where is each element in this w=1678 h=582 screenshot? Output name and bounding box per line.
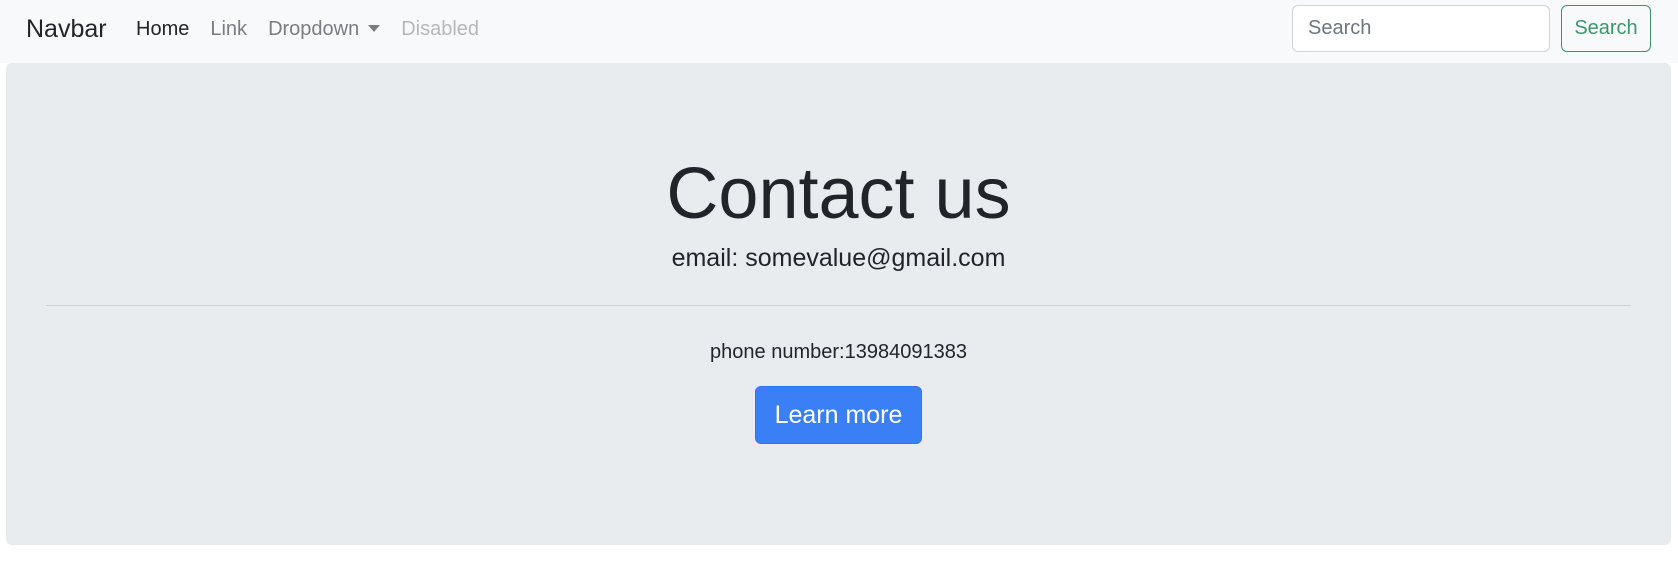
jumbotron: Contact us email: somevalue@gmail.com ph… [6, 63, 1671, 545]
search-input[interactable] [1292, 5, 1550, 52]
email-text: email: somevalue@gmail.com [671, 244, 1006, 272]
nav-link-home[interactable]: Home [136, 17, 189, 41]
caret-down-icon [368, 24, 381, 32]
nav-dropdown-label: Dropdown [268, 18, 360, 40]
page-title: Contact us [666, 154, 1011, 234]
nav-links: Home Link Dropdown Disabled [136, 17, 500, 41]
navbar-brand[interactable]: Navbar [26, 13, 107, 45]
nav-dropdown-toggle[interactable]: Dropdown [268, 17, 381, 41]
search-button[interactable]: Search [1561, 5, 1651, 52]
nav-link-link[interactable]: Link [210, 17, 247, 41]
navbar: Navbar Home Link Dropdown Disabled Searc… [0, 0, 1678, 63]
learn-more-button[interactable]: Learn more [755, 386, 922, 444]
search-form: Search [1292, 5, 1651, 52]
nav-link-disabled: Disabled [401, 18, 480, 40]
phone-text: phone number:13984091383 [710, 341, 967, 363]
divider [46, 305, 1631, 306]
